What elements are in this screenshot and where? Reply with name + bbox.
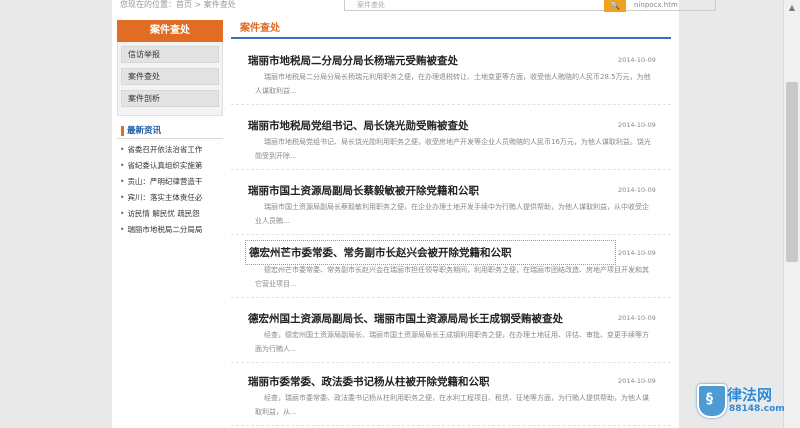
article-item: 瑞丽市委常委、政法委书记杨从柱被开除党籍和公职 2014-10-09 经查，瑞丽… [231,363,671,426]
watermark-text: 律法网 [727,386,773,404]
article-date: 2014-10-09 [618,186,656,194]
article-title-link[interactable]: 德宏州国土资源局副局长、瑞丽市国土资源局局长王成钢受贿被查处 [248,311,563,326]
latest-news-title: 最新资讯 [127,126,162,136]
article-date: 2014-10-09 [618,56,656,64]
sidebar: 案件查处 信访举报 案件查处 案件剖析 最新资讯 省委召开依法治省工作 省纪委认… [117,20,223,238]
article-title-link[interactable]: 瑞丽市地税局党组书记、局长饶光勋受贿被查处 [248,118,469,133]
vertical-scrollbar[interactable]: ▲ [783,0,800,428]
article-title-link[interactable]: 瑞丽市委常委、政法委书记杨从柱被开除党籍和公职 [248,374,490,389]
scroll-thumb[interactable] [786,82,798,262]
article-summary: 瑞丽市地税局二分局分局长杨瑞元利用职务之便，在办理退税转让、土地变更等方面，收受… [255,73,651,95]
article-date: 2014-10-09 [618,249,656,257]
article-summary: 经查，瑞丽市委常委、政法委书记杨从柱利用职务之便，在水利工程项目、租赁、征地等方… [255,394,649,416]
sidebar-menu: 信访举报 案件查处 案件剖析 [117,42,223,116]
article-summary: 经查，德宏州国土资源局副局长、瑞丽市国土资源局局长王成钢利用职务之便，在办理土地… [255,331,649,353]
sidebar-title: 案件查处 [117,20,223,42]
news-list: 省委召开依法治省工作 省纪委认真组织实施第 贡山：严明纪律营造干 宾川：落实主体… [117,139,223,238]
news-item[interactable]: 省纪委认真组织实施第 [117,158,223,174]
news-item[interactable]: 省委召开依法治省工作 [117,142,223,158]
article-item: 德宏州国土资源局副局长、瑞丽市国土资源局局长王成钢受贿被查处 2014-10-0… [231,300,671,363]
article-item: 德宏州芒市委常委、常务副市长赵兴会被开除党籍和公职 2014-10-09 德宏州… [231,235,671,298]
main-content: 案件查处 瑞丽市地税局二分局分局长杨瑞元受贿被查处 2014-10-09 瑞丽市… [231,20,671,428]
right-background [679,0,783,428]
article-date: 2014-10-09 [618,121,656,129]
article-title-link[interactable]: 瑞丽市地税局二分局分局长杨瑞元受贿被查处 [248,53,458,68]
news-item[interactable]: 访民情 解民忧 疏民怨 [117,206,223,222]
shield-icon [697,384,727,418]
watermark-domain: 88148.com [729,404,785,414]
left-background [0,0,112,428]
top-link[interactable]: ninpocx.htm [634,0,678,10]
article-item: 瑞丽市国土资源局副局长蔡毅敏被开除党籍和公职 2014-10-09 瑞丽市国土资… [231,172,671,235]
article-summary: 瑞丽市国土资源局副局长蔡毅敏利用职务之便，在企业办理土地开发手续中为行贿人提供帮… [255,203,649,225]
news-item[interactable]: 贡山：严明纪律营造干 [117,174,223,190]
news-item[interactable]: 宾川：落实主体责任必 [117,190,223,206]
breadcrumb: 您现在的位置：首页 > 案件查处 [120,0,236,9]
article-date: 2014-10-09 [618,377,656,385]
article-summary: 德宏州芒市委常委、常务副市长赵兴会在瑞丽市担任领导职务期间，利用职务之便，在瑞丽… [255,266,649,288]
article-title-link[interactable]: 瑞丽市国土资源局副局长蔡毅敏被开除党籍和公职 [248,183,479,198]
sidebar-item-analysis[interactable]: 案件剖析 [121,90,219,107]
article-summary: 瑞丽市地税局党组书记、局长饶光勋利用职务之便，收受房地产开发等企业人员贿赂的人民… [255,138,651,160]
article-title-link[interactable]: 德宏州芒市委常委、常务副市长赵兴会被开除党籍和公职 [245,240,616,265]
scroll-up-arrow-icon[interactable]: ▲ [784,0,800,16]
latest-news-heading: 最新资讯 [117,124,223,139]
latest-news: 最新资讯 省委召开依法治省工作 省纪委认真组织实施第 贡山：严明纪律营造干 宾川… [117,124,223,238]
heading-bar-icon [121,125,124,136]
sidebar-item-report[interactable]: 信访举报 [121,46,219,63]
sidebar-item-cases[interactable]: 案件查处 [121,68,219,85]
article-item: 瑞丽市地税局二分局分局长杨瑞元受贿被查处 2014-10-09 瑞丽市地税局二分… [231,42,671,105]
top-bar: 您现在的位置：首页 > 案件查处 案件查处 🔍 ninpocx.htm [112,0,716,13]
page-title: 案件查处 [231,20,671,39]
article-date: 2014-10-09 [618,314,656,322]
site-watermark-logo: 律法网 88148.com [697,382,785,428]
search-button[interactable]: 🔍 [604,0,626,12]
article-item: 瑞丽市地税局党组书记、局长饶光勋受贿被查处 2014-10-09 瑞丽市地税局党… [231,107,671,170]
news-item[interactable]: 瑞丽市地税局二分局局 [117,222,223,238]
